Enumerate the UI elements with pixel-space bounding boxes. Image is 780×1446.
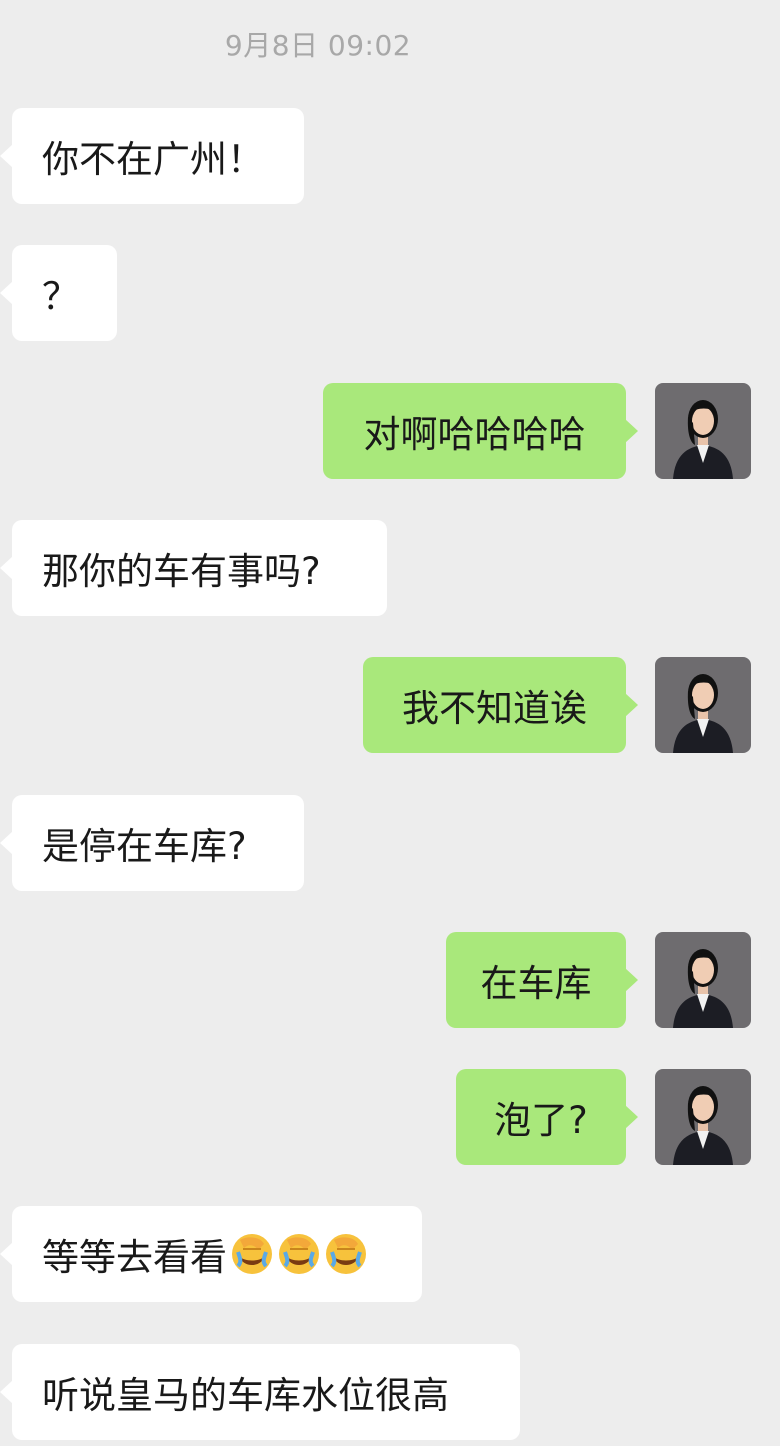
incoming-message-bubble[interactable]: 那你的车有事吗? (0, 520, 387, 616)
message-text: 听说皇马的车库水位很高 (42, 1374, 449, 1417)
user-avatar[interactable] (655, 383, 751, 479)
incoming-message-bubble[interactable]: 是停在车库? (0, 795, 304, 891)
outgoing-message-bubble[interactable]: 泡了? (456, 1069, 638, 1165)
incoming-message-bubble[interactable]: 听说皇马的车库水位很高 (0, 1344, 520, 1440)
message-text: 对啊哈哈哈哈 (363, 413, 586, 456)
avatar-photo-icon (655, 1069, 751, 1165)
user-avatar[interactable] (655, 657, 751, 753)
chat-window[interactable]: 9月8日 09:02 你不在广州！ ？ 对啊哈哈哈哈 那你的车有事吗? 我不知道… (0, 0, 780, 1446)
message-text: 在车库 (480, 962, 592, 1005)
incoming-message-bubble[interactable]: 你不在广州！ (0, 108, 304, 204)
message-timestamp: 9月8日 09:02 (224, 29, 412, 62)
message-text: 等等去看看 (42, 1236, 227, 1279)
facepalm-crying-emoji-icon (230, 1232, 274, 1276)
message-text: 是停在车库? (42, 825, 247, 868)
avatar-photo-icon (655, 657, 751, 753)
user-avatar[interactable] (655, 932, 751, 1028)
outgoing-message-bubble[interactable]: 我不知道诶 (363, 657, 638, 753)
incoming-message-bubble[interactable]: ？ (0, 245, 117, 341)
user-avatar[interactable] (655, 1069, 751, 1165)
message-text: 我不知道诶 (402, 687, 587, 730)
incoming-message-bubble[interactable]: 等等去看看 (0, 1206, 422, 1302)
facepalm-crying-emoji-icon (277, 1232, 321, 1276)
message-text: 你不在广州！ (42, 138, 264, 181)
outgoing-message-bubble[interactable]: 对啊哈哈哈哈 (323, 383, 638, 479)
avatar-photo-icon (655, 383, 751, 479)
avatar-photo-icon (655, 932, 751, 1028)
facepalm-crying-emoji-icon (324, 1232, 368, 1276)
message-text: ？ (42, 275, 79, 318)
message-text: 那你的车有事吗? (42, 550, 321, 593)
outgoing-message-bubble[interactable]: 在车库 (446, 932, 638, 1028)
message-text: 泡了? (494, 1099, 588, 1142)
